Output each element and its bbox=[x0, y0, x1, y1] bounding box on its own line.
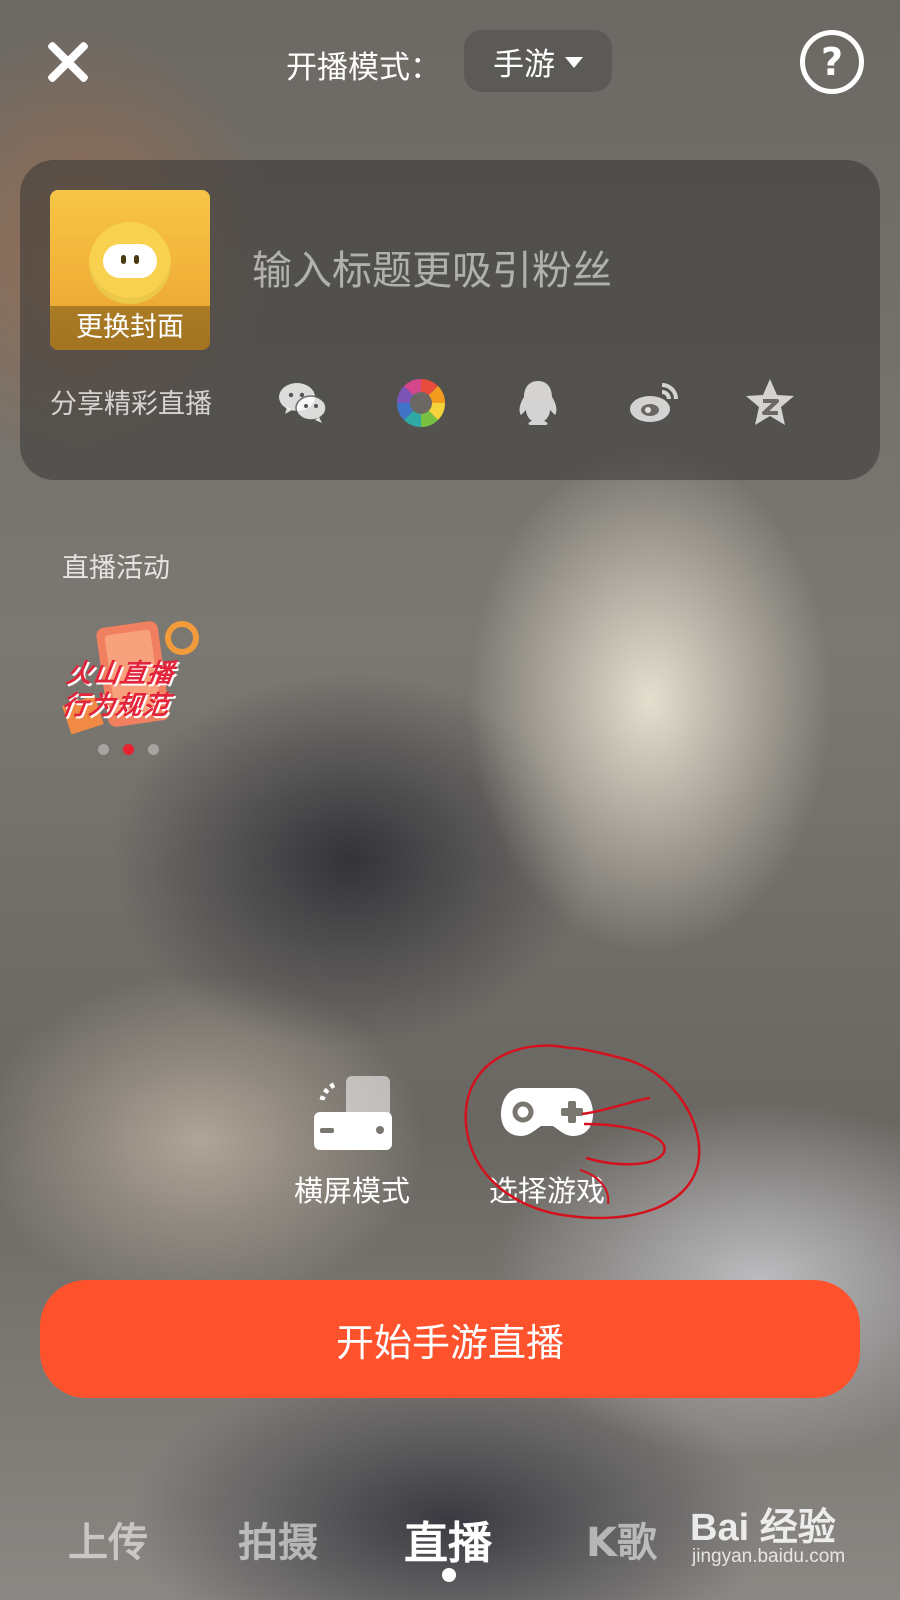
watermark-logo: Bai 经验 bbox=[690, 1507, 836, 1549]
baidu-jingyan-watermark: Bai 经验 jingyan.baidu.com bbox=[690, 1496, 890, 1586]
live-setup-card: 更换封面 分享精彩直播 bbox=[20, 160, 880, 480]
watermark-url: jingyan.baidu.com bbox=[692, 1546, 846, 1567]
mode-label: 开播模式： bbox=[286, 50, 441, 86]
red-circle-annotation bbox=[464, 1044, 701, 1220]
cover-label: 更换封面 bbox=[50, 306, 210, 350]
qzone-icon[interactable] bbox=[742, 375, 798, 431]
help-glyph: ? bbox=[820, 40, 844, 84]
carousel-dot[interactable] bbox=[148, 744, 159, 755]
mascot-face bbox=[103, 244, 157, 278]
qq-icon[interactable] bbox=[510, 375, 566, 431]
caret-down-icon bbox=[565, 56, 583, 68]
activity-banner-line2: 行为规范 bbox=[59, 691, 172, 721]
start-live-button[interactable]: 开始手游直播 bbox=[40, 1280, 860, 1398]
landscape-phone-icon bbox=[314, 1076, 392, 1150]
share-label: 分享精彩直播 bbox=[50, 389, 212, 420]
cover-image-button[interactable]: 更换封面 bbox=[50, 190, 210, 350]
moments-icon[interactable] bbox=[393, 375, 449, 431]
activity-banner[interactable]: 火山直播 行为规范 bbox=[58, 620, 208, 752]
tab-live[interactable]: 直播 bbox=[404, 1507, 492, 1571]
active-tab-indicator bbox=[442, 1568, 456, 1582]
mode-value: 手游 bbox=[493, 46, 555, 83]
activity-banner-line1: 火山直播 bbox=[64, 659, 177, 689]
tab-shoot[interactable]: 拍摄 bbox=[238, 1510, 318, 1568]
tab-karaoke[interactable]: K歌 bbox=[586, 1510, 657, 1568]
carousel-dot[interactable] bbox=[98, 744, 109, 755]
landscape-mode-label: 横屏模式 bbox=[293, 1174, 410, 1208]
weibo-icon[interactable] bbox=[626, 375, 682, 431]
mascot-icon bbox=[89, 222, 171, 304]
activity-label: 直播活动 bbox=[62, 553, 170, 584]
carousel-dots bbox=[98, 744, 159, 755]
carousel-dot-active[interactable] bbox=[123, 744, 134, 755]
mode-dropdown[interactable]: 手游 bbox=[464, 30, 612, 92]
title-input[interactable] bbox=[250, 240, 854, 302]
help-icon[interactable]: ? bbox=[800, 30, 864, 94]
activity-banner-text: 火山直播 行为规范 bbox=[60, 658, 177, 722]
wechat-icon[interactable] bbox=[275, 375, 331, 431]
tab-upload[interactable]: 上传 bbox=[68, 1510, 148, 1568]
close-icon[interactable] bbox=[40, 34, 96, 90]
landscape-mode-option[interactable]: 横屏模式 bbox=[282, 1070, 422, 1210]
